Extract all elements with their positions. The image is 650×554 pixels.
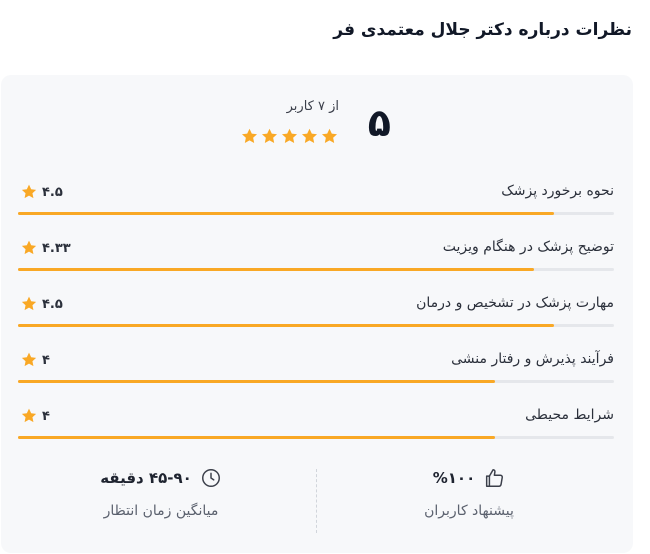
star-icon bbox=[240, 127, 259, 146]
star-icon bbox=[20, 407, 38, 425]
rating-row: شرایط محیطی ۴ bbox=[18, 407, 614, 451]
rating-number: ۴ bbox=[42, 352, 50, 368]
star-icon bbox=[20, 351, 38, 369]
rating-summary: ۵ از ۷ کاربر bbox=[221, 97, 391, 157]
rating-bar-fill bbox=[18, 268, 535, 271]
overall-score: ۵ bbox=[367, 101, 391, 145]
rating-row: توضیح پزشک در هنگام ویزیت ۴.۳۳ bbox=[18, 239, 614, 283]
recommendation-label: پیشنهاد کاربران bbox=[424, 503, 514, 519]
recommendation-stat: %۱۰۰ پیشنهاد کاربران bbox=[319, 467, 619, 519]
rating-bar-fill bbox=[18, 324, 555, 327]
star-icon bbox=[260, 127, 279, 146]
rating-label: مهارت پزشک در تشخیص و درمان bbox=[416, 295, 614, 311]
clock-icon bbox=[200, 467, 222, 489]
star-icon bbox=[300, 127, 319, 146]
reviewer-count: از ۷ کاربر bbox=[286, 99, 339, 114]
star-icon bbox=[20, 239, 38, 257]
stats-divider bbox=[316, 469, 317, 533]
rating-row: نحوه برخورد پزشک ۴.۵ bbox=[18, 183, 614, 227]
rating-row: مهارت پزشک در تشخیص و درمان ۴.۵ bbox=[18, 295, 614, 339]
rating-value: ۴ bbox=[20, 407, 50, 425]
rating-bar-track bbox=[18, 212, 614, 215]
star-icon bbox=[20, 183, 38, 201]
rating-bar-fill bbox=[18, 380, 495, 383]
rating-value: ۴.۳۳ bbox=[20, 239, 71, 257]
rating-label: نحوه برخورد پزشک bbox=[501, 183, 614, 199]
rating-value: ۴.۵ bbox=[20, 183, 63, 201]
rating-number: ۴.۳۳ bbox=[42, 240, 71, 256]
star-rating bbox=[240, 127, 339, 146]
rating-value: ۴.۵ bbox=[20, 295, 63, 313]
rating-bar-track bbox=[18, 436, 614, 439]
wait-time-label: میانگین زمان انتظار bbox=[103, 503, 219, 519]
star-icon bbox=[280, 127, 299, 146]
rating-number: ۴.۵ bbox=[42, 184, 63, 200]
rating-label: توضیح پزشک در هنگام ویزیت bbox=[442, 239, 614, 255]
rating-number: ۴ bbox=[42, 408, 50, 424]
reviews-card: ۵ از ۷ کاربر نحوه برخورد پزشک ۴.۵ توضیح پز… bbox=[1, 75, 633, 553]
rating-bar-track bbox=[18, 324, 614, 327]
rating-bar-track bbox=[18, 268, 614, 271]
rating-value: ۴ bbox=[20, 351, 50, 369]
page-title: نظرات درباره دکتر جلال معتمدی فر bbox=[333, 20, 632, 40]
star-icon bbox=[20, 295, 38, 313]
rating-bar-fill bbox=[18, 436, 495, 439]
wait-time-value: ۴۵-۹۰ دقیقه bbox=[100, 469, 192, 487]
wait-time-stat: ۴۵-۹۰ دقیقه میانگین زمان انتظار bbox=[11, 467, 311, 519]
rating-row: فرآیند پذیرش و رفتار منشی ۴ bbox=[18, 351, 614, 395]
rating-number: ۴.۵ bbox=[42, 296, 63, 312]
rating-bar-track bbox=[18, 380, 614, 383]
rating-bar-fill bbox=[18, 212, 555, 215]
rating-label: شرایط محیطی bbox=[525, 407, 614, 423]
rating-label: فرآیند پذیرش و رفتار منشی bbox=[451, 351, 614, 367]
star-icon bbox=[320, 127, 339, 146]
recommendation-value: %۱۰۰ bbox=[432, 469, 476, 487]
thumbs-up-icon bbox=[483, 467, 505, 489]
